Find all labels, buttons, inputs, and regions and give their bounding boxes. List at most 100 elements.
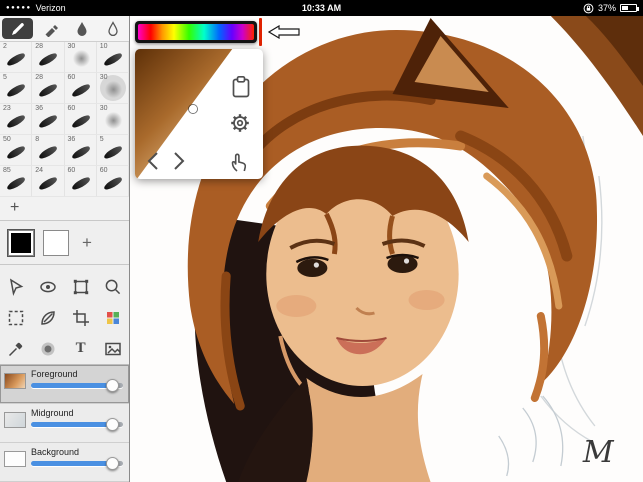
zoom-tool-button[interactable] <box>97 271 129 302</box>
smudge-tool-button[interactable] <box>32 271 64 302</box>
brush-preset[interactable]: 36 <box>32 104 65 135</box>
leaf-brush-tool-button[interactable] <box>32 302 64 333</box>
transform-icon <box>73 279 88 294</box>
brush-stroke-preview <box>5 175 27 192</box>
background-color-swatch[interactable] <box>43 229 69 256</box>
brush-size-label: 5 <box>3 74 7 81</box>
brush-stroke-preview <box>70 113 91 130</box>
wet-brush-tool-button[interactable] <box>67 16 98 41</box>
status-bar: ●●●●● Verizon 10:33 AM 37% <box>0 0 643 16</box>
brush-preset-selected[interactable]: 30 <box>96 73 129 104</box>
pencil-icon <box>11 22 24 35</box>
brush-preset[interactable]: 85 <box>0 166 33 197</box>
hue-gradient[interactable] <box>138 24 254 40</box>
color-swatch-row: + <box>0 221 129 265</box>
add-brush-button[interactable]: + <box>0 197 129 221</box>
brush-preset[interactable]: 60 <box>64 104 97 135</box>
brush-preset[interactable]: 28 <box>32 42 65 73</box>
magnifier-icon <box>105 279 121 294</box>
layer-opacity-slider[interactable] <box>31 379 123 392</box>
brush-preset[interactable]: 24 <box>32 166 65 197</box>
brush-size-label: 60 <box>67 105 76 112</box>
undo-button[interactable] <box>145 151 161 171</box>
carrier-label: Verizon <box>35 3 66 13</box>
brush-size-label: 23 <box>3 105 11 112</box>
gear-icon <box>231 114 249 132</box>
touch-finger-icon <box>231 153 247 172</box>
add-color-button[interactable]: + <box>78 233 92 253</box>
brush-size-label: 28 <box>35 74 44 81</box>
chevron-right-icon <box>174 152 185 170</box>
settings-button[interactable] <box>228 111 252 135</box>
brush-preset[interactable]: 2 <box>0 42 33 73</box>
layer-thumbnail <box>4 373 26 389</box>
brush-preset[interactable]: 10 <box>96 42 129 73</box>
transform-tool-button[interactable] <box>65 271 97 302</box>
brush-preset[interactable]: 36 <box>64 135 97 166</box>
brush-size-label: 30 <box>67 43 76 50</box>
layer-thumbnail <box>4 451 26 467</box>
layer-row-foreground[interactable]: Foreground <box>0 365 129 404</box>
foreground-color-swatch[interactable] <box>8 229 34 256</box>
swatches-tool-button[interactable] <box>97 302 129 333</box>
brush-size-label: 60 <box>67 74 76 81</box>
redo-button[interactable] <box>171 151 187 171</box>
brush-preset-grid: 2 28 30 10 5 28 60 30 23 36 60 30 50 8 3… <box>0 42 129 197</box>
water-drop-filled-icon <box>77 21 87 36</box>
select-tool-button[interactable] <box>0 302 32 333</box>
blur-tool-button[interactable] <box>32 333 64 364</box>
layer-row-background[interactable]: Background <box>0 443 129 482</box>
brush-preset[interactable]: 5 <box>0 73 33 104</box>
marker-tool-button[interactable] <box>35 16 66 41</box>
layer-opacity-slider[interactable] <box>31 418 123 431</box>
brush-preset[interactable]: 8 <box>32 135 65 166</box>
hue-marker[interactable] <box>259 18 262 46</box>
battery-percent-label: 37% <box>597 3 616 13</box>
hue-slider-bar[interactable] <box>135 21 257 43</box>
touch-mode-button[interactable] <box>227 151 249 173</box>
brush-preset[interactable]: 60 <box>96 166 129 197</box>
brush-stroke-preview <box>5 144 27 161</box>
brush-size-label: 30 <box>99 105 108 112</box>
crop-icon <box>72 309 89 326</box>
brush-preset[interactable]: 50 <box>0 135 33 166</box>
brush-stroke-preview <box>37 113 59 130</box>
clipboard-button[interactable] <box>230 75 252 99</box>
brush-size-label: 36 <box>67 136 76 143</box>
slider-thumb[interactable] <box>105 418 119 431</box>
move-tool-button[interactable] <box>0 271 32 302</box>
brush-preset[interactable]: 60 <box>64 166 97 197</box>
brush-size-label: 30 <box>99 74 108 81</box>
brush-stroke-preview <box>104 81 122 98</box>
tools-grid: T <box>0 265 129 364</box>
text-tool-button[interactable]: T <box>65 333 97 364</box>
brush-size-label: 8 <box>35 136 40 143</box>
brush-preset[interactable]: 30 <box>64 42 97 73</box>
brush-preset[interactable]: 30 <box>96 104 129 135</box>
layer-label: Midground <box>31 408 74 418</box>
eyedropper-tool-button[interactable] <box>0 333 32 364</box>
clipboard-icon <box>232 75 250 98</box>
crop-tool-button[interactable] <box>65 302 97 333</box>
pencil-tool-button[interactable] <box>2 18 34 39</box>
brush-preset[interactable]: 23 <box>0 104 33 135</box>
tool-panel: 2 28 30 10 5 28 60 30 23 36 60 30 50 8 3… <box>0 16 130 482</box>
slider-thumb[interactable] <box>105 379 119 392</box>
hue-arrow-icon[interactable] <box>268 25 300 39</box>
water-tool-button[interactable] <box>98 16 129 41</box>
layer-opacity-slider[interactable] <box>31 457 123 470</box>
image-icon <box>105 342 121 355</box>
brush-stroke-preview <box>70 175 91 192</box>
image-tool-button[interactable] <box>97 333 129 364</box>
slider-thumb[interactable] <box>105 457 119 470</box>
brush-preset[interactable]: 5 <box>96 135 129 166</box>
brush-preset[interactable]: 60 <box>64 73 97 104</box>
brush-stroke-preview <box>72 50 90 67</box>
brush-stroke-preview <box>5 82 27 99</box>
layer-row-midground[interactable]: Midground <box>0 404 129 443</box>
marker-icon <box>45 24 58 37</box>
brush-size-label: 28 <box>35 43 44 50</box>
brush-preset[interactable]: 28 <box>32 73 65 104</box>
signal-strength-icon: ●●●●● <box>6 5 32 11</box>
layer-label: Foreground <box>31 369 78 379</box>
